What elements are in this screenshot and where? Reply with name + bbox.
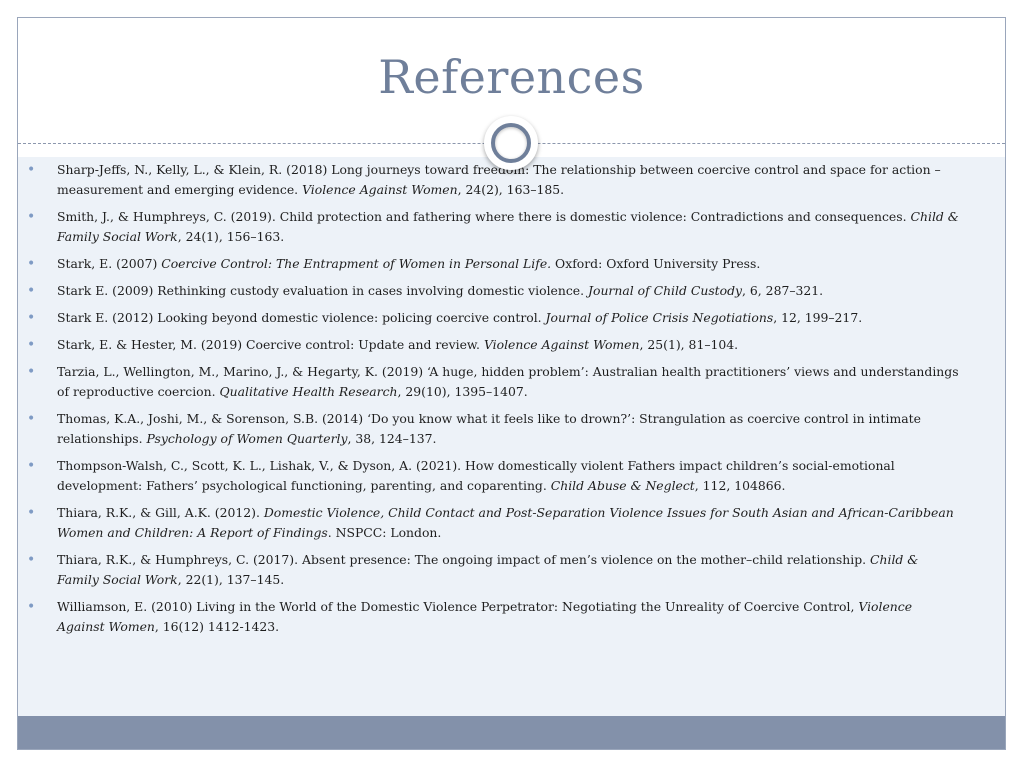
reference-list: • Sharp-Jeffs, N., Kelly, L., & Klein, R.… [0, 160, 989, 644]
reference-item: • Stark, E. & Hester, M. (2019) Coercive … [0, 335, 989, 355]
reference-details: , 25(1), 81–104. [639, 337, 739, 352]
bullet-dot-icon: • [27, 411, 36, 427]
bullet-dot-icon: • [27, 599, 36, 615]
reference-text: Stark, E. (2007) [57, 256, 162, 271]
reference-source-title: Journal of Police Crisis Negotiations [545, 310, 774, 325]
reference-item: • Stark E. (2012) Looking beyond domestic… [0, 308, 989, 328]
reference-details: , 12, 199–217. [773, 310, 863, 325]
reference-item: • Thiara, R.K., & Humphreys, C. (2017). A… [0, 550, 989, 590]
reference-details: , 38, 124–137. [347, 431, 437, 446]
reference-source-title: Journal of Child Custody [588, 283, 743, 298]
reference-text: Stark E. (2012) Looking beyond domestic … [57, 310, 546, 325]
bullet-dot-icon: • [27, 162, 36, 178]
reference-text: Thiara, R.K., & Humphreys, C. (2017). Ab… [57, 552, 871, 567]
footer-bar [18, 716, 1005, 749]
reference-details: , 24(1), 156–163. [177, 229, 285, 244]
reference-details: , 29(10), 1395–1407. [397, 384, 528, 399]
bullet-dot-icon: • [27, 337, 36, 353]
reference-item: • Thompson-Walsh, C., Scott, K. L., Lisha… [0, 456, 989, 496]
reference-item: • Thiara, R.K., & Gill, A.K. (2012). Dome… [0, 503, 989, 543]
reference-details: , 6, 287–321. [742, 283, 824, 298]
reference-item: • Stark, E. (2007) Coercive Control: The … [0, 254, 989, 274]
page-title: References [378, 50, 645, 104]
reference-item: • Smith, J., & Humphreys, C. (2019). Chil… [0, 207, 989, 247]
reference-source-title: Child Abuse & Neglect [550, 478, 695, 493]
bullet-dot-icon: • [27, 458, 36, 474]
reference-item: • Williamson, E. (2010) Living in the Wor… [0, 597, 989, 637]
reference-source-title: Qualitative Health Research [219, 384, 398, 399]
reference-source-title: Psychology of Women Quarterly [146, 431, 348, 446]
reference-item: • Stark E. (2009) Rethinking custody eval… [0, 281, 989, 301]
ring-ornament-icon [484, 116, 538, 170]
reference-details: , 24(2), 163–185. [457, 182, 565, 197]
reference-details: . NSPCC: London. [327, 525, 442, 540]
bullet-dot-icon: • [27, 283, 36, 299]
reference-details: Oxford: Oxford University Press. [551, 256, 761, 271]
reference-text: Stark, E. & Hester, M. (2019) Coercive c… [57, 337, 484, 352]
reference-details: , 22(1), 137–145. [177, 572, 285, 587]
bullet-dot-icon: • [27, 310, 36, 326]
bullet-dot-icon: • [27, 505, 36, 521]
reference-item: • Thomas, K.A., Joshi, M., & Sorenson, S.… [0, 409, 989, 449]
reference-text: Smith, J., & Humphreys, C. (2019). Child… [57, 209, 911, 224]
reference-item: • Sharp-Jeffs, N., Kelly, L., & Klein, R.… [0, 160, 989, 200]
reference-text: Williamson, E. (2010) Living in the Worl… [57, 599, 859, 614]
reference-details: , 16(12) 1412-1423. [154, 619, 280, 634]
reference-source-title: Violence Against Women [302, 182, 458, 197]
ring-inner [491, 123, 531, 163]
reference-text: Thiara, R.K., & Gill, A.K. (2012). [57, 505, 264, 520]
bullet-dot-icon: • [27, 552, 36, 568]
bullet-dot-icon: • [27, 364, 36, 380]
bullet-dot-icon: • [27, 256, 36, 272]
reference-item: • Tarzia, L., Wellington, M., Marino, J.,… [0, 362, 989, 402]
reference-source-title: Coercive Control: The Entrapment of Wome… [161, 256, 552, 271]
reference-text: Stark E. (2009) Rethinking custody evalu… [57, 283, 589, 298]
bullet-dot-icon: • [27, 209, 36, 225]
reference-details: , 112, 104866. [694, 478, 786, 493]
reference-source-title: Violence Against Women [483, 337, 640, 352]
